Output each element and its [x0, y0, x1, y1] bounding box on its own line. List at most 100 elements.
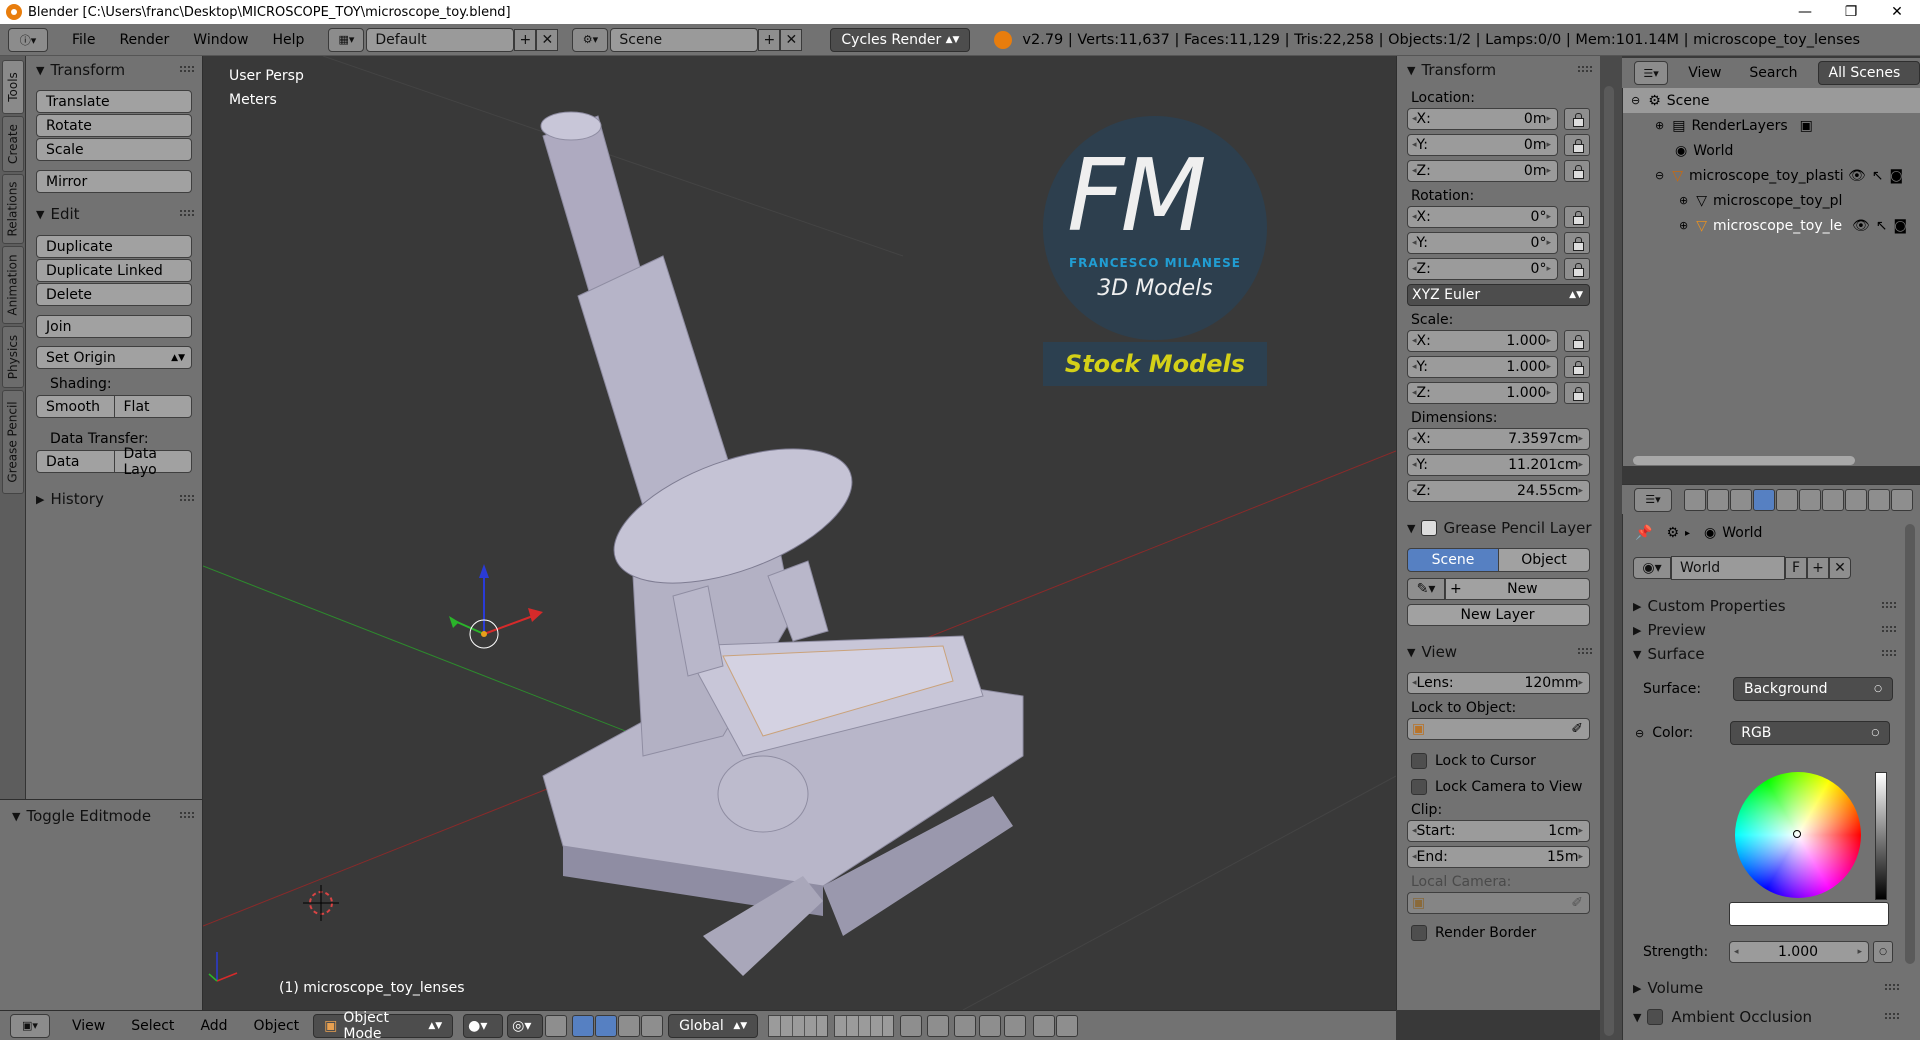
join-button[interactable]: Join [36, 315, 192, 338]
cursor-icon[interactable]: ↖ [1876, 218, 1888, 234]
cursor-icon[interactable]: ↖ [1872, 168, 1884, 184]
mode-dropdown[interactable]: ▣ Object Mode ▲▼ [313, 1010, 454, 1040]
world-tab-icon[interactable] [1753, 488, 1775, 511]
grip-icon[interactable] [1578, 648, 1592, 654]
toggle-editmode-header[interactable]: ▼ Toggle Editmode [0, 804, 202, 828]
unlink-world-icon[interactable]: ✕ [1829, 557, 1851, 579]
world-name-field[interactable]: World [1671, 556, 1785, 580]
color-swatch[interactable] [1729, 902, 1889, 926]
lens-field[interactable]: ◂ Lens: 120mm ▸ [1407, 672, 1590, 694]
render-engine-dropdown[interactable]: Cycles Render ▲▼ [830, 27, 971, 52]
render-border-checkbox[interactable] [1411, 925, 1427, 941]
outliner-display-dropdown[interactable]: All Scenes [1817, 61, 1920, 85]
pin-icon[interactable]: 📌 [1635, 525, 1652, 541]
tab-animation[interactable]: Animation [2, 246, 24, 324]
menu-add[interactable]: Add [200, 1018, 227, 1034]
clip-start-field[interactable]: ◂ Start: 1cm ▸ [1407, 820, 1590, 842]
lock-scale-y-icon[interactable] [1564, 356, 1590, 378]
grip-icon[interactable] [180, 812, 194, 818]
rotate-button[interactable]: Rotate [36, 114, 192, 137]
transform-panel-header[interactable]: ▼ Transform [26, 58, 202, 82]
grease-pencil-checkbox[interactable] [1421, 520, 1438, 536]
scene-icon[interactable]: ⚙▾ [572, 27, 609, 52]
remove-layout-icon[interactable]: ✕ [536, 28, 559, 51]
world-browse-icon[interactable]: ◉▾ [1633, 557, 1671, 579]
value-slider[interactable] [1875, 772, 1887, 900]
eye-icon[interactable]: 👁 [1848, 168, 1866, 184]
render-border-row[interactable]: Render Border [1407, 920, 1590, 946]
outliner-item-scene[interactable]: ⊖ ⚙ Scene [1623, 88, 1920, 113]
snap-target-icon[interactable] [1004, 1014, 1027, 1037]
translate-manipulator-icon[interactable] [572, 1014, 595, 1037]
lock-camera-row[interactable]: Lock Camera to View [1407, 774, 1590, 800]
grip-icon[interactable] [1885, 1013, 1899, 1019]
scale-x-field[interactable]: ◂ X: 1.000 ▸ [1407, 330, 1558, 352]
scale-manipulator-icon[interactable] [618, 1014, 641, 1037]
grip-icon[interactable] [180, 210, 194, 216]
screen-layout-icon[interactable]: ▦▾ [328, 27, 365, 52]
lock-layers-icon[interactable] [900, 1014, 923, 1037]
render-opengl-icon[interactable] [1033, 1014, 1056, 1037]
modifiers-tab-icon[interactable] [1822, 488, 1844, 511]
color-dropdown[interactable]: RGB ○ [1730, 721, 1891, 745]
flat-button[interactable]: Flat [114, 395, 192, 418]
lock-location-y-icon[interactable] [1564, 134, 1590, 156]
layout-field[interactable]: Default [366, 27, 515, 52]
strength-field[interactable]: ◂ 1.000 ▸ [1729, 941, 1869, 963]
new-layer-button[interactable]: New Layer [1407, 604, 1590, 626]
scale-button[interactable]: Scale [36, 138, 192, 161]
properties-scrollbar[interactable] [1905, 524, 1915, 964]
view-panel-header[interactable]: ▼ View [1397, 640, 1600, 664]
volume-header[interactable]: ▶ Volume [1623, 976, 1903, 1000]
lock-cursor-row[interactable]: Lock to Cursor [1407, 748, 1590, 774]
translate-button[interactable]: Translate [36, 90, 192, 113]
add-world-icon[interactable]: + [1807, 557, 1829, 579]
outliner-item-world[interactable]: ◉ World [1623, 138, 1920, 163]
location-y-field[interactable]: ◂ Y: 0m ▸ [1407, 134, 1558, 156]
delete-button[interactable]: Delete [36, 283, 192, 306]
lock-camera-checkbox[interactable] [1411, 779, 1427, 795]
3d-view-editor-icon[interactable]: ▣▾ [10, 1013, 50, 1038]
tab-grease-pencil[interactable]: Grease Pencil [2, 390, 24, 494]
dimensions-x-field[interactable]: ◂ X: 7.3597cm ▸ [1407, 428, 1590, 450]
grease-scene-tab[interactable]: Scene [1407, 548, 1499, 572]
fake-user-button[interactable]: F [1785, 557, 1807, 579]
add-layout-icon[interactable]: + [514, 28, 537, 51]
lock-scale-x-icon[interactable] [1564, 330, 1590, 352]
tab-relations[interactable]: Relations [2, 174, 24, 244]
smooth-button[interactable]: Smooth [36, 395, 115, 418]
add-scene-icon[interactable]: + [758, 28, 781, 51]
n-transform-header[interactable]: ▼ Transform [1397, 58, 1600, 82]
menu-select[interactable]: Select [131, 1018, 174, 1034]
shading-mode-icon[interactable]: ●▾ [463, 1013, 504, 1038]
outliner-item-plastic[interactable]: ⊖ ▽ microscope_toy_plastic 👁 ↖ ◙ [1623, 163, 1920, 188]
properties-editor-icon[interactable]: ☰▾ [1634, 487, 1672, 512]
menu-view[interactable]: View [72, 1018, 105, 1034]
3d-viewport[interactable]: User Persp Meters (1) microscope_toy_len… [203, 56, 1396, 1010]
grease-new-button[interactable]: + New [1445, 578, 1590, 600]
data-button[interactable]: Data [36, 450, 115, 473]
grip-icon[interactable] [1882, 626, 1896, 632]
location-x-field[interactable]: ◂ X: 0m ▸ [1407, 108, 1558, 130]
tab-physics[interactable]: Physics [2, 326, 24, 388]
outliner-item-renderlayers[interactable]: ⊕ ▤ RenderLayers ▣ [1623, 113, 1920, 138]
color-wheel[interactable] [1735, 772, 1861, 898]
lock-scale-z-icon[interactable] [1564, 382, 1590, 404]
rotation-z-field[interactable]: ◂ Z: 0° ▸ [1407, 258, 1558, 280]
menu-render[interactable]: Render [119, 32, 169, 48]
grip-icon[interactable] [180, 66, 194, 72]
eye-icon[interactable]: 👁 [1852, 218, 1870, 234]
transform-orientation-dropdown[interactable]: Global ▲▼ [668, 1013, 759, 1038]
scale-y-field[interactable]: ◂ Y: 1.000 ▸ [1407, 356, 1558, 378]
texture-tab-icon[interactable] [1891, 488, 1913, 511]
outliner-view-menu[interactable]: View [1688, 65, 1721, 81]
rotation-mode-dropdown[interactable]: XYZ Euler ▲▼ [1407, 284, 1590, 306]
clip-end-field[interactable]: ◂ End: 15m ▸ [1407, 846, 1590, 868]
n-panel-scrollbar[interactable] [1604, 86, 1614, 1036]
outliner-hscrollbar[interactable] [1633, 456, 1855, 465]
grip-icon[interactable] [1882, 650, 1896, 656]
menu-file[interactable]: File [72, 32, 95, 48]
grease-object-tab[interactable]: Object [1499, 548, 1590, 572]
lock-rotation-z-icon[interactable] [1564, 258, 1590, 280]
grip-icon[interactable] [1578, 66, 1592, 72]
